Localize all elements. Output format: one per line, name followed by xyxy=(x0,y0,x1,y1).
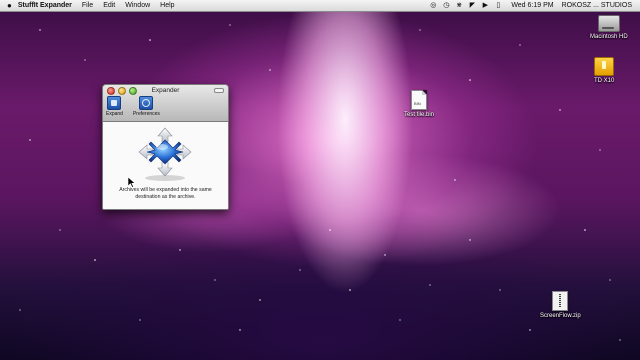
window-toolbar: Expand Preferences xyxy=(106,96,170,117)
mouse-cursor-icon xyxy=(128,177,136,188)
info-text: Archives will be expanded into the same … xyxy=(119,187,212,200)
menu-bar: ● StuffIt Expander File Edit Window Help… xyxy=(0,0,640,12)
expander-window: Expander Expand Preferences Archives wil… xyxy=(102,84,229,210)
volume-icon[interactable]: ▶ xyxy=(480,0,490,11)
wifi-icon[interactable]: ◤ xyxy=(467,0,477,11)
document-icon: BIN xyxy=(411,90,427,110)
expand-icon xyxy=(107,96,122,110)
desktop-icon-test-file[interactable]: BIN Test file.bin xyxy=(404,90,434,118)
hard-drive-icon xyxy=(597,15,620,32)
history-icon[interactable]: ◷ xyxy=(441,0,451,11)
menu-app-name[interactable]: StuffIt Expander xyxy=(18,0,72,11)
menu-user-name[interactable]: ROKOSZ ... STUDIOS xyxy=(562,2,632,9)
menu-status-area: ◎ ◷ ⋇ ◤ ▶ ▯ Wed 6:19 PM ROKOSZ ... STUDI… xyxy=(425,0,632,11)
zip-archive-icon xyxy=(552,291,569,311)
window-titlebar[interactable]: Expander Expand Preferences xyxy=(103,85,228,122)
external-drive-icon xyxy=(594,57,615,76)
preferences-icon xyxy=(139,96,154,110)
preferences-button[interactable]: Preferences xyxy=(133,96,160,117)
drop-zone[interactable]: Archives will be expanded into the same … xyxy=(103,122,228,209)
desktop-icon-label: ScreenFlow.zip xyxy=(540,313,581,319)
desktop-icon-label: Macintosh HD xyxy=(590,34,628,40)
time-machine-icon[interactable]: ◎ xyxy=(428,0,438,11)
expand-label: Expand xyxy=(106,111,123,117)
desktop-icon-screenflow-zip[interactable]: ScreenFlow.zip xyxy=(540,291,581,319)
menu-help[interactable]: Help xyxy=(160,0,174,11)
desktop-icon-macintosh-hd[interactable]: Macintosh HD xyxy=(590,15,628,40)
stuffit-expander-logo-icon xyxy=(138,127,192,181)
menu-window[interactable]: Window xyxy=(125,0,150,11)
preferences-label: Preferences xyxy=(132,111,160,117)
menu-clock[interactable]: Wed 6:19 PM xyxy=(511,2,553,9)
toolbar-toggle-button[interactable] xyxy=(214,88,224,93)
window-title: Expander xyxy=(151,87,180,94)
battery-icon[interactable]: ▯ xyxy=(493,0,503,11)
bluetooth-icon[interactable]: ⋇ xyxy=(454,0,464,11)
desktop-icon-label: TD X10 xyxy=(594,78,615,84)
apple-menu-icon[interactable]: ● xyxy=(7,0,12,11)
expand-button[interactable]: Expand xyxy=(106,96,123,117)
menu-edit[interactable]: Edit xyxy=(103,0,115,11)
menu-file[interactable]: File xyxy=(82,0,93,11)
desktop-icon-label: Test file.bin xyxy=(404,112,435,118)
desktop-icon-td-x10[interactable]: TD X10 xyxy=(594,57,614,84)
